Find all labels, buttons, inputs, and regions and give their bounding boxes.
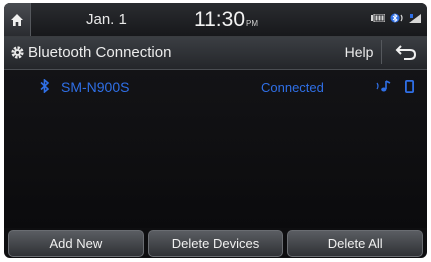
device-row[interactable]: SM-N900S Connected — [4, 70, 427, 104]
gear-icon — [11, 46, 24, 59]
device-status: Connected — [261, 80, 324, 95]
add-new-button[interactable]: Add New — [8, 230, 144, 257]
battery-icon — [371, 14, 385, 22]
audio-icon — [376, 80, 391, 92]
help-button[interactable]: Help — [337, 40, 382, 64]
page-title: Bluetooth Connection — [28, 44, 172, 61]
date: Jan. 1 — [86, 11, 127, 28]
signal-icon — [409, 13, 421, 23]
clock: 11:30PM — [194, 8, 258, 32]
bluetooth-audio-icon — [390, 13, 403, 23]
delete-all-button[interactable]: Delete All — [287, 230, 424, 257]
am-pm: PM — [246, 19, 258, 28]
back-icon — [395, 45, 417, 60]
bluetooth-icon — [40, 79, 49, 93]
delete-devices-button[interactable]: Delete Devices — [147, 230, 284, 257]
bottom-bar: Add New Delete Devices Delete All — [4, 229, 427, 258]
device-name: SM-N900S — [61, 79, 130, 95]
device-list: SM-N900S Connected — [4, 70, 427, 228]
home-icon — [11, 13, 23, 26]
time: 11:30 — [194, 8, 245, 31]
status-bar: Jan. 1 11:30PM — [4, 3, 427, 37]
back-button[interactable] — [387, 41, 421, 65]
head-unit-screen: Jan. 1 11:30PM Bluetooth Connection Help… — [4, 3, 427, 258]
title-bar: Bluetooth Connection Help — [4, 37, 427, 70]
phone-icon — [405, 80, 414, 93]
status-icons — [371, 13, 423, 23]
home-button[interactable] — [4, 3, 31, 36]
